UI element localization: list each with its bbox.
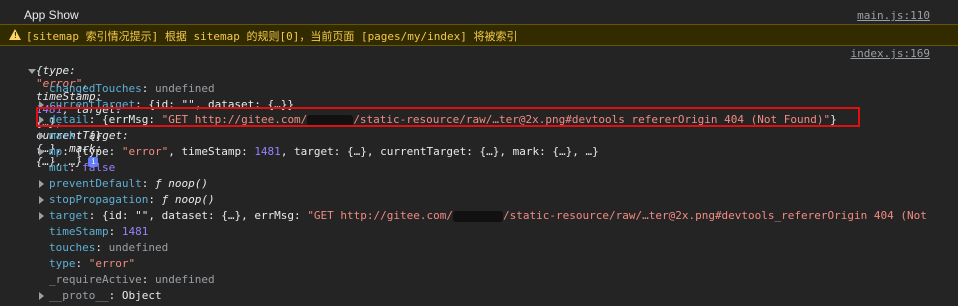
- expand-arrow-icon[interactable]: [39, 132, 44, 140]
- expand-arrow-icon[interactable]: [39, 196, 44, 204]
- prop-mut: mut: false: [49, 161, 116, 174]
- prop-type: type: "error": [49, 257, 136, 270]
- warning-message: [sitemap 索引情况提示] 根据 sitemap 的规则[0]，当前页面 …: [0, 24, 958, 46]
- summary-open: {type:: [36, 64, 76, 77]
- prop-target[interactable]: target: {id: "", dataset: {…}, errMsg: "…: [39, 209, 927, 222]
- prop-requireActive: _requireActive: undefined: [49, 273, 215, 286]
- expand-arrow-icon[interactable]: [28, 69, 36, 74]
- log-source-row: index.js:169: [0, 47, 958, 65]
- prop-touches: touches: undefined: [49, 241, 169, 254]
- prop-stopPropagation[interactable]: stopPropagation: ƒ noop(): [39, 193, 215, 206]
- message-text: App Show: [24, 8, 79, 22]
- expand-arrow-icon[interactable]: [39, 212, 44, 220]
- prop-mark[interactable]: mark: {}: [39, 129, 102, 142]
- highlight-box: [36, 107, 860, 127]
- prop-preventDefault[interactable]: preventDefault: ƒ noop(): [39, 177, 208, 190]
- prop-timeStamp: timeStamp: 1481: [49, 225, 149, 238]
- prop-proto[interactable]: __proto__: Object: [39, 289, 162, 302]
- source-link-main[interactable]: main.js:110: [857, 9, 930, 22]
- warning-icon: [9, 29, 21, 40]
- expand-arrow-icon[interactable]: [39, 148, 44, 156]
- expand-arrow-icon[interactable]: [39, 180, 44, 188]
- redacted-block: [453, 210, 504, 222]
- console-message-app-show: App Show main.js:110: [0, 6, 958, 24]
- expand-arrow-icon[interactable]: [39, 292, 44, 300]
- function-icon: ƒ: [154, 177, 162, 190]
- source-link-index[interactable]: index.js:169: [851, 47, 930, 60]
- prop-changedTouches: changedTouches: undefined: [49, 82, 215, 95]
- warning-text: [sitemap 索引情况提示] 根据 sitemap 的规则[0]，当前页面 …: [26, 30, 518, 43]
- prop-mp[interactable]: mp: {type: "error", timeStamp: 1481, tar…: [39, 145, 599, 158]
